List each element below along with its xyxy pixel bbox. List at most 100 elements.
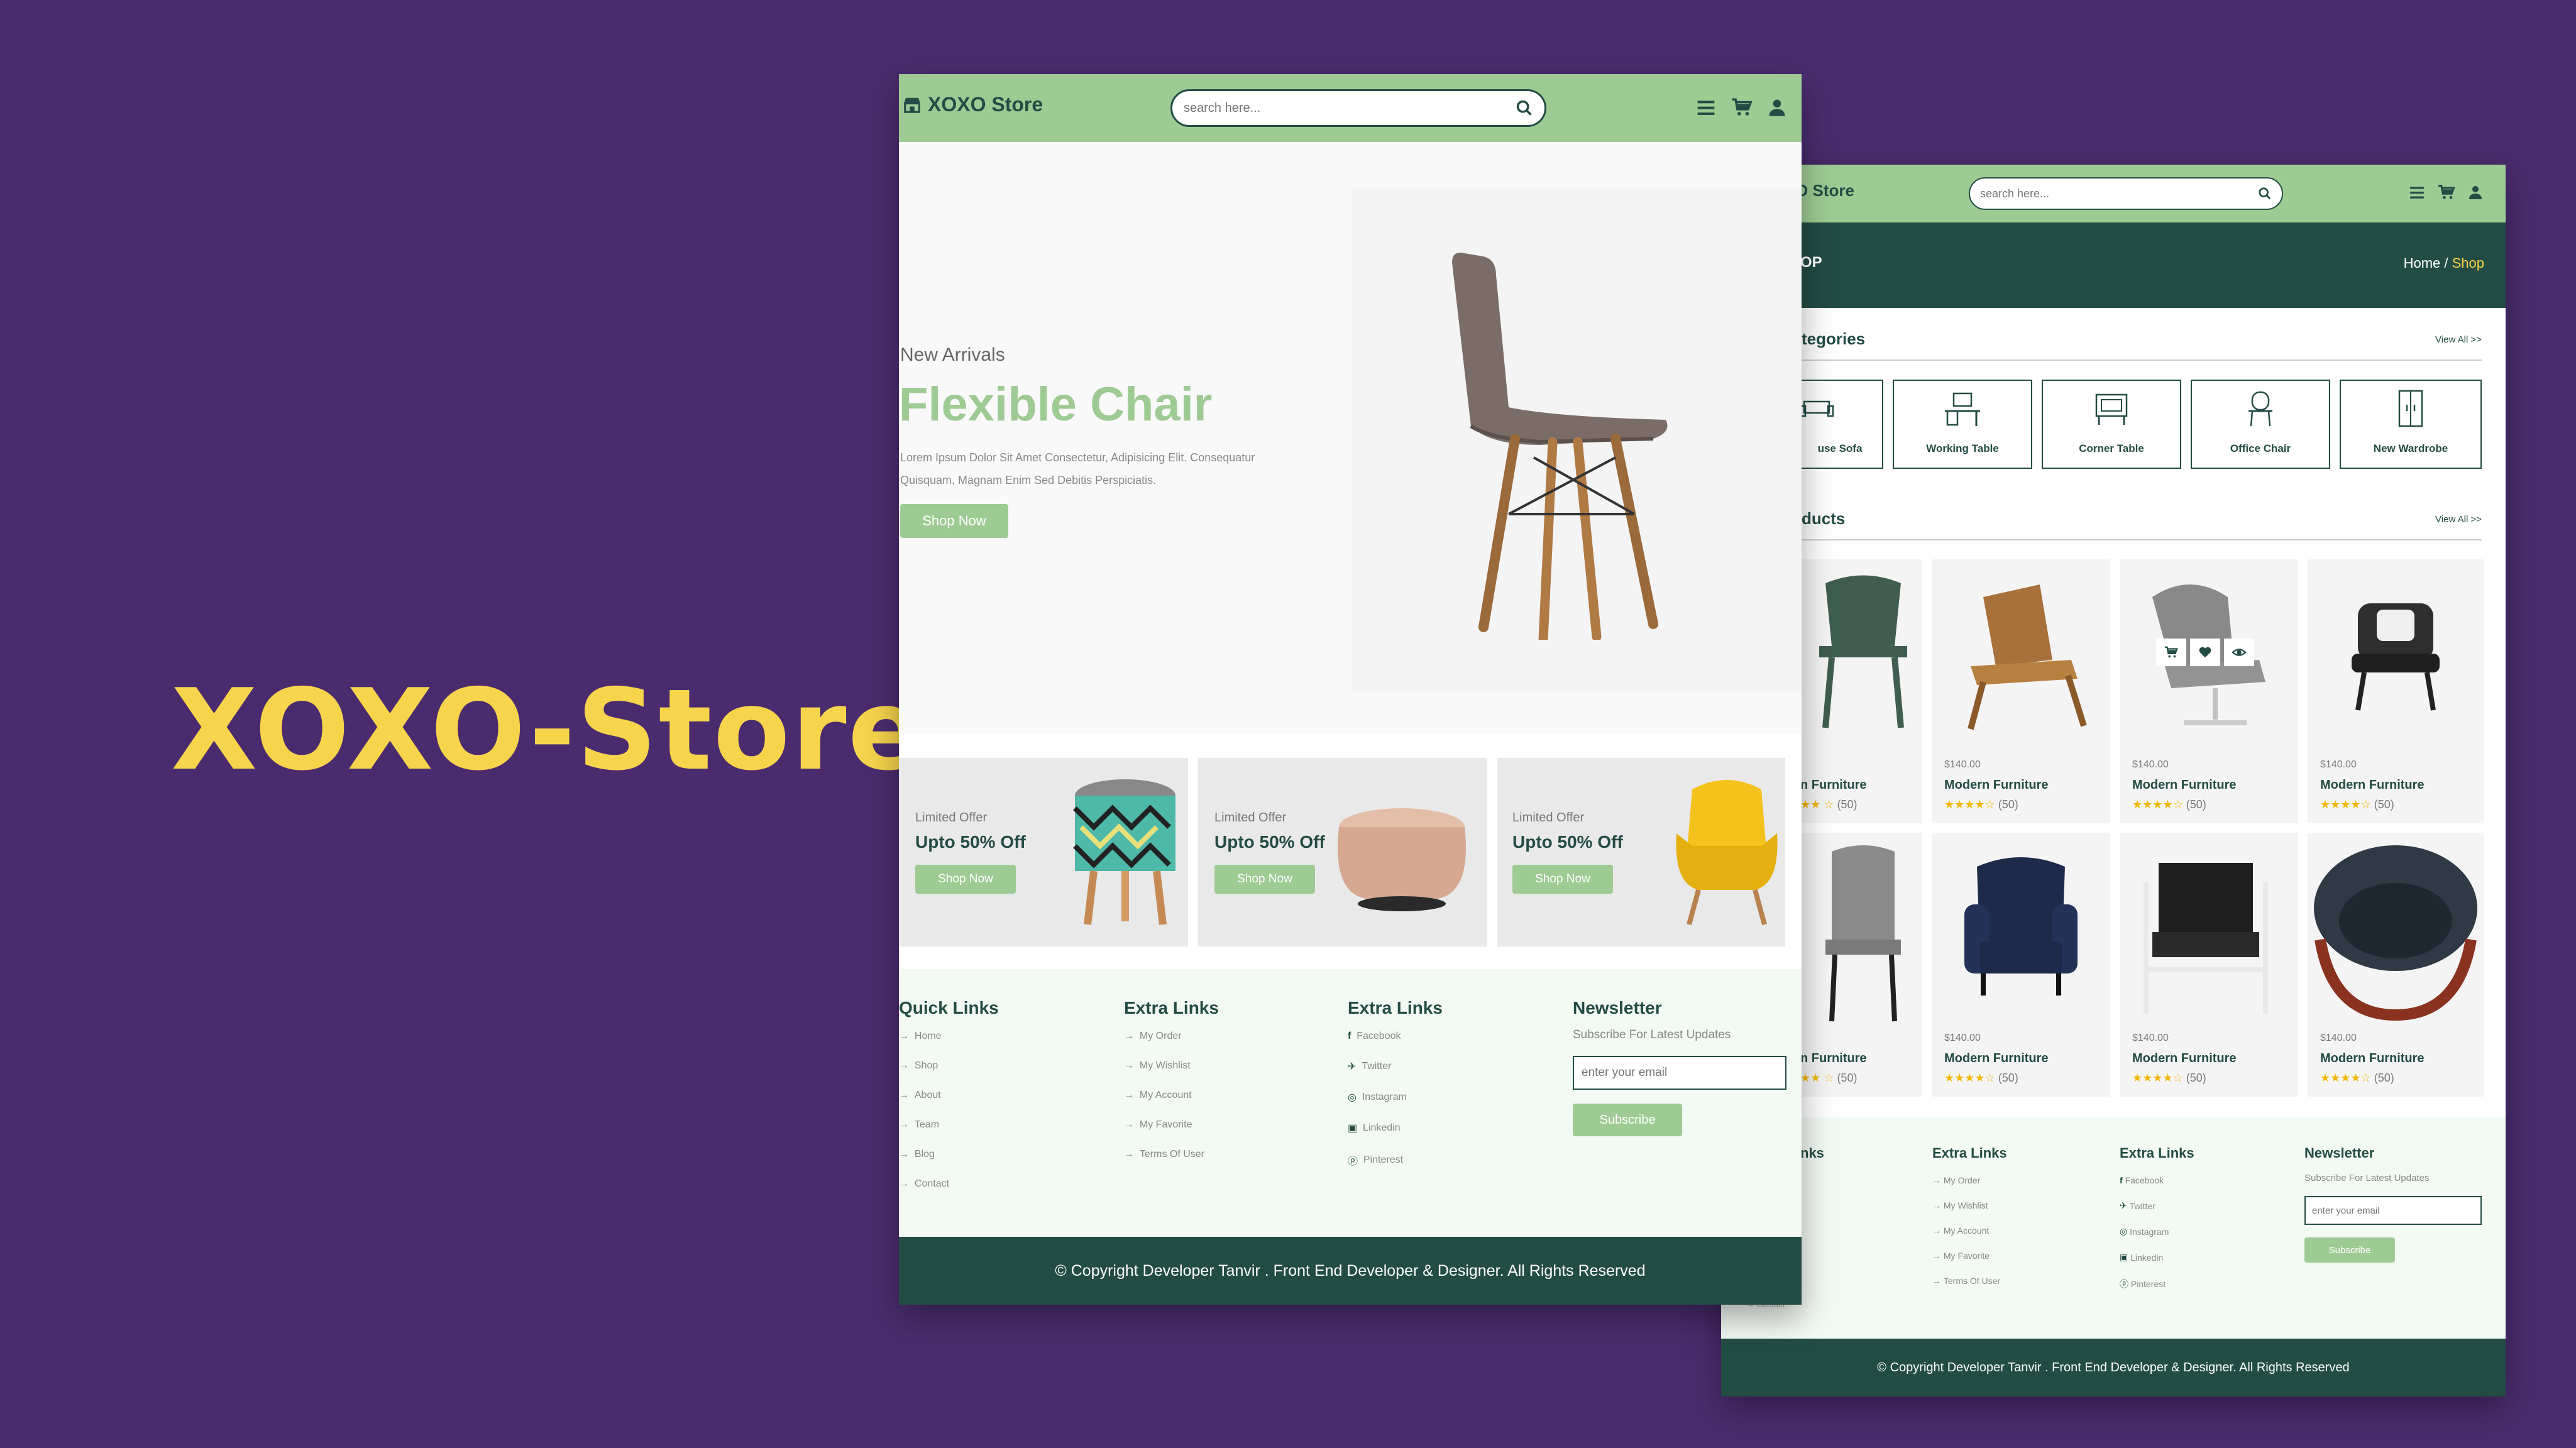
footer-link[interactable]: → My Favorite [1932,1251,2007,1261]
product-image [2144,863,2268,1014]
category-corner-table[interactable]: Corner Table [2042,380,2181,469]
quick-view-button[interactable] [2224,639,2254,666]
newsletter-subtitle: Subscribe For Latest Updates [1573,1028,1731,1041]
footer-link-pinterest[interactable]: ⓟ Pinterest [2120,1278,2194,1290]
offer-shop-now-button[interactable]: Shop Now [1214,865,1315,894]
shop-search-bar[interactable] [1969,177,2283,210]
footer-link-my-order[interactable]: → My Order [1124,1031,1219,1042]
copyright-text: © Copyright Developer Tanvir . Front End… [1877,1360,2350,1374]
home-logo[interactable]: XOXO Store [903,93,1043,116]
footer-heading: Newsletter [2304,1145,2375,1161]
sofa-icon [1799,400,1834,417]
breadcrumb-separator: / [2440,255,2452,271]
footer-link-pinterest[interactable]: ⓟ Pinterest [1348,1153,1443,1168]
armchair-image [1676,780,1778,926]
footer-link-blog[interactable]: → Blog [899,1149,999,1160]
shop-header: O Store [1721,165,2506,222]
product-card[interactable]: $140.00 Modern Furniture ★★★★☆ (50) [1932,833,2110,1097]
products-view-all[interactable]: View All >> [2435,514,2482,525]
menu-icon[interactable] [1696,97,1716,118]
logo-text: XOXO Store [928,93,1043,116]
product-rating: ★★★★☆ (50) [2132,1072,2206,1084]
category-working-table[interactable]: Working Table [1893,380,2032,469]
user-icon[interactable] [1768,97,1786,118]
category-label: New Wardrobe [2373,442,2448,454]
shop-logo-text: O Store [1795,181,1854,200]
product-card[interactable]: $140.00 Modern Furniture ★★★★☆ (50) [1932,559,2110,823]
home-copyright-bar: © Copyright Developer Tanvir . Front End… [899,1237,1802,1305]
offer-shop-now-button[interactable]: Shop Now [1512,865,1613,894]
footer-link-twitter[interactable]: ✈ Twitter [1348,1060,1443,1073]
facebook-icon: f [1348,1031,1351,1041]
cart-icon[interactable] [2438,184,2455,201]
footer-link-my-favorite[interactable]: → My Favorite [1124,1119,1219,1131]
newsletter-email-input[interactable] [2304,1196,2482,1225]
offer-card[interactable]: Limited Offer Upto 50% Off Shop Now [899,758,1188,946]
category-label: Office Chair [2230,442,2291,454]
footer-link-facebook[interactable]: f Facebook [2120,1175,2194,1185]
breadcrumb-current: Shop [2452,255,2484,271]
product-rating: ★★ ☆ (50) [1800,798,1858,811]
footer-link-terms[interactable]: → Terms Of User [1124,1149,1219,1160]
categories-view-all[interactable]: View All >> [2435,334,2482,345]
newsletter-email-input[interactable] [1573,1056,1786,1090]
home-search-input[interactable] [1184,101,1498,116]
shop-search-input[interactable] [1980,187,2244,200]
footer-link[interactable]: → My Account [1932,1226,2007,1236]
category-label: Working Table [1926,442,1999,454]
footer-link[interactable]: → Terms Of User [1932,1276,2007,1286]
home-search-bar[interactable] [1170,89,1546,127]
footer-link-linkedin[interactable]: ▣ Linkedin [1348,1122,1443,1134]
offer-card[interactable]: Limited Offer Upto 50% Off Shop Now [1198,758,1487,946]
offer-card[interactable]: Limited Offer Upto 50% Off Shop Now [1497,758,1785,946]
category-office-chair[interactable]: Office Chair [2191,380,2330,469]
footer-heading: nks [1800,1145,1824,1161]
wishlist-button[interactable] [2190,639,2220,666]
footer-link-twitter[interactable]: ✈ Twitter [2120,1200,2194,1211]
category-new-wardrobe[interactable]: New Wardrobe [2340,380,2482,469]
footer-link[interactable]: → My Wishlist [1932,1200,2007,1210]
product-card[interactable]: $140.00 Modern Furniture ★★★★☆ (50) [2308,833,2484,1097]
footer-link-my-account[interactable]: → My Account [1124,1090,1219,1101]
add-to-cart-button[interactable] [2156,639,2186,666]
stool-image [1073,779,1175,925]
footer-link[interactable]: → My Order [1932,1175,2007,1185]
footer-link-team[interactable]: → Team [899,1119,999,1131]
product-name: Modern Furniture [2132,1051,2237,1065]
product-card[interactable]: $140.00 Modern Furniture ★★★★☆ (50) [2120,833,2298,1097]
search-icon[interactable] [2258,187,2272,200]
offer-label: Limited Offer [1214,811,1287,825]
offer-title: Upto 50% Off [1512,832,1623,852]
user-icon[interactable] [2468,184,2483,200]
footer-link-linkedin[interactable]: ▣ Linkedin [2120,1252,2194,1263]
footer-link-contact[interactable]: → Contact [899,1178,999,1190]
footer-link-facebook[interactable]: f Facebook [1348,1031,1443,1042]
product-name: Modern Furniture [1944,1051,2049,1065]
product-card-hover[interactable]: $140.00 Modern Furniture ★★★★☆ (50) [2120,559,2298,823]
showcase-title: XOXO-Store [171,665,925,795]
subscribe-button[interactable]: Subscribe [1573,1104,1682,1136]
footer-link-instagram[interactable]: ◎ Instagram [2120,1226,2194,1237]
shop-footer-newsletter: Newsletter Subscribe For Latest Updates … [2304,1145,2482,1263]
cart-icon[interactable] [1731,97,1753,118]
footer-link-shop[interactable]: → Shop [899,1060,999,1072]
breadcrumb: Home / Shop [2404,255,2484,272]
hero-shop-now-button[interactable]: Shop Now [900,504,1008,538]
footer-link-home[interactable]: → Home [899,1031,999,1042]
search-icon[interactable] [1516,99,1533,117]
footer-link-my-wishlist[interactable]: → My Wishlist [1124,1060,1219,1072]
footer-link-about[interactable]: → About [899,1090,999,1101]
footer-quick-links: Quick Links → Home → Shop → About → Team… [899,998,999,1190]
offer-shop-now-button[interactable]: Shop Now [915,865,1016,894]
instagram-icon: ◎ [2120,1226,2128,1236]
breadcrumb-home[interactable]: Home [2404,255,2441,271]
subscribe-button[interactable]: Subscribe [2304,1237,2395,1263]
shop-logo[interactable]: O Store [1795,181,1854,200]
footer-newsletter: Newsletter Subscribe For Latest Updates … [1573,998,1786,1136]
product-rating: ★★★★☆ (50) [2320,1072,2394,1084]
menu-icon[interactable] [2409,184,2425,200]
heart-icon [2199,647,2211,658]
footer-link-instagram[interactable]: ◎ Instagram [1348,1091,1443,1104]
instagram-icon: ◎ [1348,1092,1357,1103]
product-card[interactable]: $140.00 Modern Furniture ★★★★☆ (50) [2308,559,2484,823]
